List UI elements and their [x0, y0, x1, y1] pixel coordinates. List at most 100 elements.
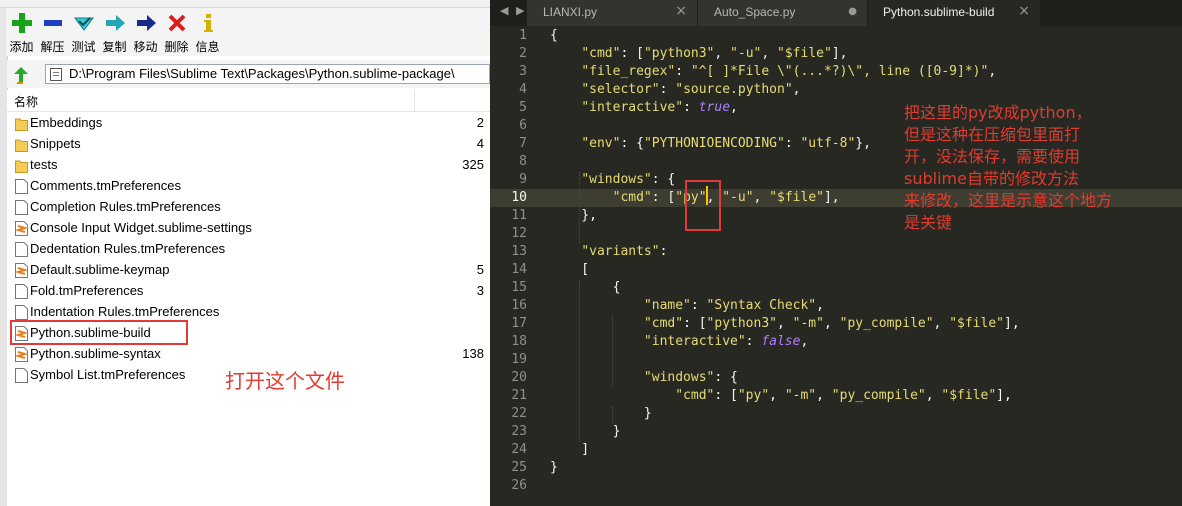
file-row[interactable]: Completion Rules.tmPreferences [7, 197, 490, 218]
code-token: : [ [651, 190, 676, 205]
code-token: , [816, 388, 832, 403]
tab-lianxi[interactable]: LIANXI.py × [527, 0, 698, 26]
line-number: 1 [519, 28, 527, 43]
code-token: "file_regex" [581, 64, 676, 79]
code-token: [ [550, 262, 590, 277]
add-button-label: 添加 [9, 40, 34, 54]
move-button-label: 移动 [133, 40, 158, 54]
line-number: 24 [511, 442, 527, 457]
add-button[interactable]: 添加 [6, 8, 37, 56]
code-line: { [550, 28, 558, 43]
code-token: { [550, 280, 621, 295]
test-button[interactable]: 测试 [68, 8, 99, 56]
file-row[interactable]: tests 325 [7, 155, 490, 176]
file-row[interactable]: Snippets 4 [7, 134, 490, 155]
code-token: "py_compile" [839, 316, 934, 331]
tab-prev-arrow-icon[interactable]: ◀ [500, 4, 508, 17]
line-number: 4 [519, 82, 527, 97]
folder-icon [15, 118, 28, 131]
tab-lianxi-label: LIANXI.py [543, 5, 598, 19]
code-line: "env": {"PYTHONIOENCODING": "utf-8"}, [550, 136, 871, 151]
file-row[interactable]: Python.sublime-syntax 138 [7, 344, 490, 365]
code-area[interactable]: { "cmd": ["python3", "-u", "$file"], "fi… [550, 26, 1182, 506]
test-icon [73, 17, 94, 31]
column-divider[interactable] [414, 90, 415, 111]
line-number: 21 [511, 388, 527, 403]
file-name: Symbol List.tmPreferences [30, 367, 186, 382]
file-row[interactable]: Comments.tmPreferences [7, 176, 490, 197]
tab-close-icon[interactable]: × [675, 3, 687, 19]
file-name: Indentation Rules.tmPreferences [30, 304, 220, 319]
tab-auto-space-label: Auto_Space.py [714, 5, 796, 19]
code-token: : [659, 244, 668, 259]
text-caret [706, 186, 708, 205]
archive-file-icon [50, 68, 62, 81]
sublime-file-icon [15, 263, 28, 278]
file-icon [15, 284, 28, 299]
annotation-line: sublime自带的修改方法 [904, 169, 1079, 188]
column-header-name[interactable]: 名称 [14, 93, 38, 110]
file-size: 4 [476, 136, 484, 151]
file-size: 5 [476, 262, 484, 277]
line-number: 22 [511, 406, 527, 421]
file-row[interactable]: Console Input Widget.sublime-settings [7, 218, 490, 239]
delete-button[interactable]: 删除 [161, 8, 192, 56]
line-number: 17 [511, 316, 527, 331]
code-token: "variants" [581, 244, 660, 259]
code-token: : [ [620, 46, 644, 61]
line-number: 9 [519, 172, 527, 187]
code-token: , [933, 316, 950, 331]
line-number: 23 [511, 424, 527, 439]
code-token: : { [714, 370, 738, 385]
code-line: "interactive": true, [550, 100, 738, 115]
extract-button[interactable]: 解压 [37, 8, 68, 56]
file-row[interactable]: Embeddings 2 [7, 113, 490, 134]
file-icon [15, 200, 28, 215]
folder-icon [15, 139, 28, 152]
code-token: ], [996, 388, 1012, 403]
file-row[interactable]: Default.sublime-keymap 5 [7, 260, 490, 281]
up-folder-icon[interactable] [11, 65, 31, 85]
code-token: : [784, 136, 801, 151]
code-token: : { [620, 136, 644, 151]
code-token: "cmd" [612, 190, 652, 205]
file-list: 名称 Embeddings 2 Snippets 4 tests 325 Comments.… [7, 90, 490, 506]
copy-button[interactable]: 复制 [99, 8, 130, 56]
address-bar[interactable]: D:\Program Files\Sublime Text\Packages\P… [45, 64, 490, 84]
code-token: , [792, 82, 801, 97]
annotation-line: 把这里的py改成python， [904, 103, 1092, 122]
archive-manager-window: 添加 解压 测试 复制 移动 删除 信息 D:\Program Files\Su… [0, 0, 490, 506]
file-row[interactable]: Dedentation Rules.tmPreferences [7, 239, 490, 260]
code-token: : [659, 82, 676, 97]
tab-next-arrow-icon[interactable]: ▶ [516, 4, 524, 17]
code-line: "cmd": ["python3", "-u", "$file"], [550, 46, 847, 61]
file-size: 2 [476, 115, 484, 130]
code-line: } [550, 406, 652, 421]
info-button[interactable]: 信息 [192, 8, 223, 56]
code-token: , [769, 388, 785, 403]
code-token: , [823, 316, 840, 331]
indent-guide [612, 406, 613, 424]
move-button[interactable]: 移动 [130, 8, 161, 56]
code-token: true [698, 100, 731, 115]
tab-auto-space[interactable]: Auto_Space.py ● [698, 0, 868, 26]
code-token: "$file" [949, 316, 1004, 331]
code-token: "py" [737, 388, 770, 403]
line-number: 10 [511, 190, 527, 205]
sublime-editor-window: ◀ ▶ LIANXI.py × Auto_Space.py ● Python.s… [490, 0, 1182, 506]
tab-python-sublime-build[interactable]: Python.sublime-build × [868, 0, 1041, 26]
address-row: D:\Program Files\Sublime Text\Packages\P… [7, 60, 490, 88]
tab-unsaved-dot-icon[interactable]: ● [848, 6, 857, 17]
highlight-box-build-file [10, 320, 188, 345]
file-row[interactable]: Fold.tmPreferences 3 [7, 281, 490, 302]
tab-close-icon[interactable]: × [1018, 3, 1030, 19]
copy-button-label: 复制 [102, 40, 127, 54]
